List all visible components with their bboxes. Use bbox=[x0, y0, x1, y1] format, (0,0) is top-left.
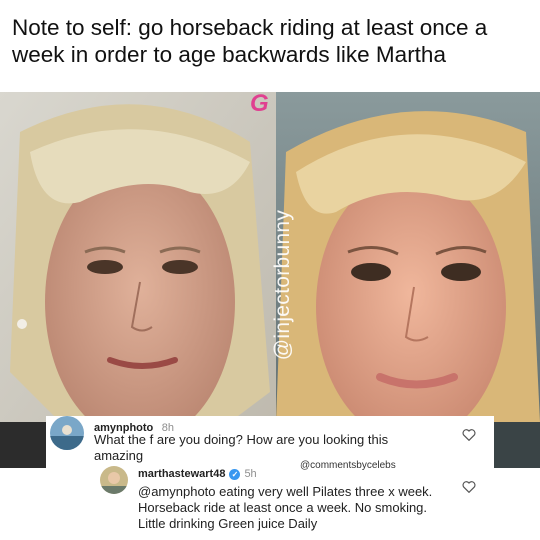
comment-text: @amynphoto eating very well Pilates thre… bbox=[138, 484, 433, 531]
verified-badge-icon: ✓ bbox=[229, 468, 241, 480]
timestamp: 5h bbox=[244, 468, 257, 480]
heart-icon[interactable] bbox=[462, 428, 476, 441]
avatar[interactable] bbox=[50, 416, 84, 450]
avatar[interactable] bbox=[100, 466, 128, 494]
username[interactable]: marthastewart48 bbox=[138, 468, 225, 480]
watermark: @injectorbunny bbox=[258, 200, 308, 370]
after-photo bbox=[276, 92, 540, 468]
post-caption: Note to self: go horseback riding at lea… bbox=[12, 15, 488, 67]
comment-thread: amynphoto 8h What the f are you doing? H… bbox=[46, 416, 494, 540]
credit-tag: @commentsbycelebs bbox=[300, 460, 396, 471]
heart-icon[interactable] bbox=[462, 480, 476, 493]
watermark-text: @injectorbunny bbox=[271, 209, 294, 361]
brand-logo: G bbox=[250, 90, 269, 117]
before-photo bbox=[0, 92, 276, 468]
comment-header: marthastewart48 ✓ 5h bbox=[138, 468, 257, 480]
